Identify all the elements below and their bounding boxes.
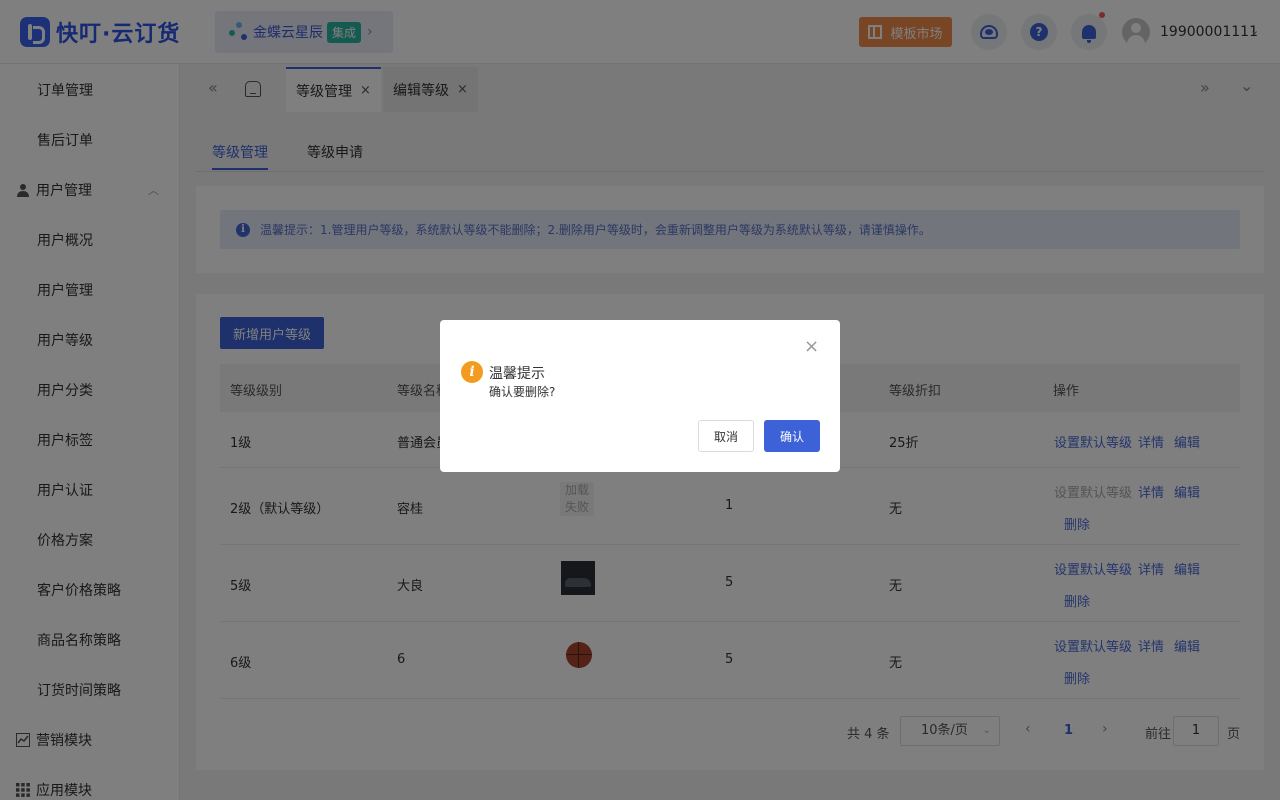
close-icon[interactable]: × [804,338,819,356]
cancel-button[interactable]: 取消 [698,420,754,452]
dialog-message: 确认要删除? [489,385,556,399]
warning-icon: i [461,361,483,383]
confirm-delete-dialog: × i 温馨提示 确认要删除? 取消 确认 [440,320,840,472]
confirm-button[interactable]: 确认 [764,420,820,452]
dialog-title: 温馨提示 [489,366,545,382]
